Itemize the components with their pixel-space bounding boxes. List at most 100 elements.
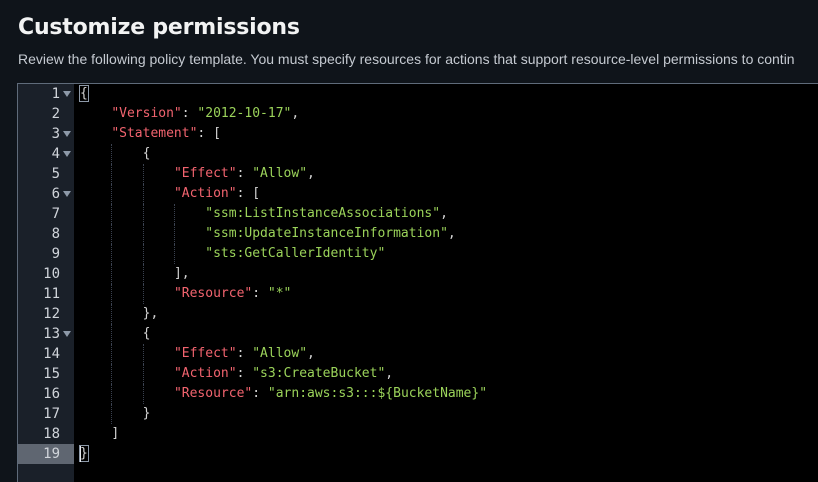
code-area[interactable]: 1{2 "Version": "2012-10-17", 3 "Statement":…	[18, 84, 818, 482]
chevron-down-icon[interactable]	[63, 91, 71, 97]
json-punctuation: :	[236, 186, 253, 201]
indent-guide	[142, 284, 144, 304]
code-text: "Statement": [	[111, 124, 221, 144]
json-string: "arn:aws:s3:::${BucketName}"	[267, 386, 488, 401]
code-line[interactable]: 11 "Resource": "*"	[18, 284, 818, 304]
code-line[interactable]: 5 "Effect": "Allow",	[18, 164, 818, 184]
json-punctuation: ,	[291, 106, 300, 121]
json-string: "Allow"	[252, 166, 308, 181]
code-line[interactable]: 12},	[18, 304, 818, 324]
code-line[interactable]: 16 "Resource": "arn:aws:s3:::${BucketName…	[18, 384, 818, 404]
json-punctuation: ,	[307, 346, 315, 361]
json-bracket: [	[213, 126, 221, 141]
indent-guide	[111, 284, 113, 304]
gutter-cell: 10	[18, 264, 74, 284]
code-line[interactable]: 3 "Statement": [	[18, 124, 818, 144]
json-bracket: ]	[173, 266, 182, 281]
gutter-cell: 14	[18, 344, 74, 364]
line-number: 18	[43, 426, 60, 442]
code-line[interactable]: 8 "ssm:UpdateInstanceInformation",	[18, 224, 818, 244]
json-string: "Allow"	[252, 346, 308, 361]
policy-code-editor[interactable]: 1{2 "Version": "2012-10-17", 3 "Statement":…	[17, 83, 818, 482]
gutter-cell: 17	[18, 404, 74, 424]
gutter-cell: 2	[18, 104, 74, 124]
json-punctuation: :	[236, 366, 253, 381]
indent-guide	[111, 364, 113, 384]
json-punctuation: :	[252, 386, 268, 401]
indent-guide	[111, 264, 113, 284]
code-text: "Resource": "*"	[174, 284, 291, 304]
indent-guide	[111, 224, 113, 244]
chevron-down-icon[interactable]	[63, 331, 71, 337]
line-number: 14	[43, 346, 60, 362]
code-line[interactable]: 2 "Version": "2012-10-17",	[18, 104, 818, 124]
indent-guide	[111, 204, 113, 224]
json-key: "Version"	[111, 106, 182, 121]
chevron-down-icon[interactable]	[63, 131, 71, 137]
json-punctuation: ,	[440, 206, 448, 221]
json-punctuation: :	[181, 106, 198, 121]
indent-guide	[142, 244, 144, 264]
code-line[interactable]: 15 "Action": "s3:CreateBucket",	[18, 364, 818, 384]
indent-guide	[142, 204, 144, 224]
line-number: 4	[51, 146, 60, 162]
chevron-down-icon[interactable]	[63, 151, 71, 157]
gutter-cell: 9	[18, 244, 74, 264]
indent-guide	[142, 184, 144, 204]
gutter-cell: 8	[18, 224, 74, 244]
json-string: "*"	[267, 286, 292, 301]
text-cursor	[80, 446, 81, 462]
code-line[interactable]: 1{	[18, 84, 818, 104]
line-number: 2	[51, 106, 60, 122]
json-punctuation: ,	[307, 166, 315, 181]
indent-guide	[111, 304, 113, 324]
indent-guide	[142, 164, 144, 184]
line-number: 13	[43, 326, 60, 342]
code-text: "Version": "2012-10-17",	[111, 104, 299, 124]
indent-guide	[173, 244, 175, 264]
indent-guide	[111, 144, 113, 164]
gutter-cell: 11	[18, 284, 74, 304]
code-text: "Resource": "arn:aws:s3:::${BucketName}"	[174, 384, 487, 404]
code-line[interactable]: 13 {	[18, 324, 818, 344]
code-text: {	[79, 84, 89, 104]
indent-guide	[111, 184, 113, 204]
line-number: 9	[51, 246, 60, 262]
line-number: 6	[51, 186, 60, 202]
gutter-cell: 12	[18, 304, 74, 324]
code-line[interactable]: 6 "Action": [	[18, 184, 818, 204]
json-key: "Resource"	[173, 386, 253, 401]
indent-guide	[142, 364, 144, 384]
gutter-cell: 7	[18, 204, 74, 224]
line-number: 8	[51, 226, 60, 242]
code-text: {	[143, 324, 151, 344]
code-line[interactable]: 9 "sts:GetCallerIdentity"	[18, 244, 818, 264]
gutter-cell: 18	[18, 424, 74, 444]
line-number: 17	[43, 406, 60, 422]
json-bracket: {	[142, 146, 151, 161]
code-line[interactable]: 4{	[18, 144, 818, 164]
code-text: }	[79, 444, 89, 464]
code-text: ]	[111, 424, 119, 444]
code-line[interactable]: 10],	[18, 264, 818, 284]
code-line[interactable]: 14 "Effect": "Allow",	[18, 344, 818, 364]
gutter-cell: 3	[18, 124, 74, 144]
json-punctuation: ,	[150, 306, 159, 321]
json-punctuation: ,	[447, 226, 456, 241]
indent-guide	[111, 244, 113, 264]
indent-guide	[142, 344, 144, 364]
code-text: "Action": "s3:CreateBucket",	[174, 364, 393, 384]
indent-guide	[111, 164, 113, 184]
line-number: 11	[43, 286, 60, 302]
indent-guide	[111, 404, 113, 424]
code-line[interactable]: 19}	[18, 444, 818, 464]
gutter-cell: 1	[18, 84, 74, 104]
line-number: 1	[51, 86, 60, 102]
json-key: "Statement"	[111, 126, 198, 141]
code-line[interactable]: 7 "ssm:ListInstanceAssociations",	[18, 204, 818, 224]
chevron-down-icon[interactable]	[63, 191, 71, 197]
code-line[interactable]: 17}	[18, 404, 818, 424]
code-text: {	[143, 144, 151, 164]
line-number: 5	[51, 166, 60, 182]
code-line[interactable]: 18]	[18, 424, 818, 444]
